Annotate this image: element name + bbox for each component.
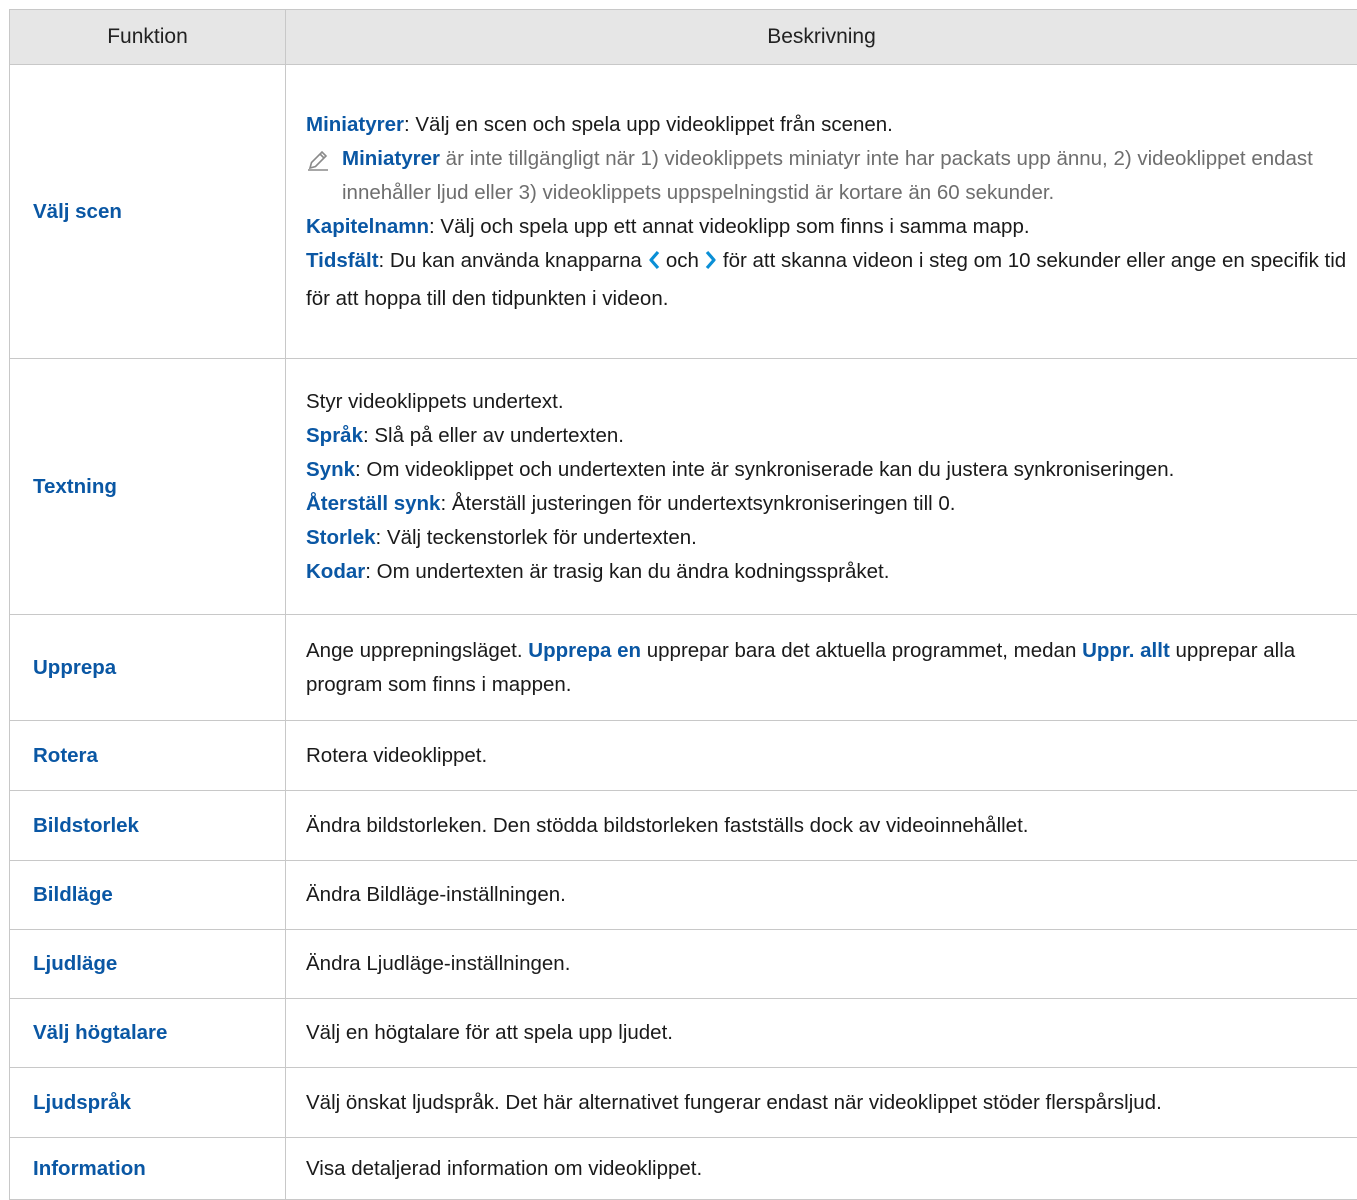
header-description: Beskrivning xyxy=(285,9,1357,65)
desc-text: Ange upprepningsläget. xyxy=(306,638,529,662)
desc-text: : Slå på eller av undertexten. xyxy=(362,423,624,447)
function-description: Ändra Bildläge-inställningen. xyxy=(285,860,1357,930)
function-description: Rotera videoklippet. xyxy=(285,720,1357,791)
desc-text: : Välj en scen och spela upp videoklippe… xyxy=(403,112,893,136)
keyword: Upprepa en xyxy=(528,638,642,662)
function-description: Ändra bildstorleken. Den stödda bildstor… xyxy=(285,790,1357,861)
chevron-right-icon xyxy=(703,248,719,282)
desc-text: : Du kan använda knapparna xyxy=(378,248,642,272)
function-name: Rotera xyxy=(9,720,286,791)
desc-text: upprepar bara det aktuella programmet, m… xyxy=(641,638,1083,662)
note-text: Miniatyrer är inte tillgängligt när 1) v… xyxy=(342,142,1349,210)
note: Miniatyrer är inte tillgängligt när 1) v… xyxy=(306,142,1349,210)
keyword: Kapitelnamn xyxy=(306,214,430,238)
function-name: Bildläge xyxy=(9,860,286,930)
desc-line: Kodar: Om undertexten är trasig kan du ä… xyxy=(306,555,1349,589)
desc-text: : Återställ justeringen för undertextsyn… xyxy=(440,491,956,515)
function-name: Bildstorlek xyxy=(9,790,286,861)
desc-line: Synk: Om videoklippet och undertexten in… xyxy=(306,453,1349,487)
function-description: Välj en högtalare för att spela upp ljud… xyxy=(285,998,1357,1068)
keyword: Miniatyrer xyxy=(342,146,440,170)
header-function: Funktion xyxy=(9,9,286,65)
chevron-left-icon xyxy=(646,248,662,282)
desc-line: Kapitelnamn: Välj och spela upp ett anna… xyxy=(306,210,1349,244)
table-row: Rotera Rotera videoklippet. xyxy=(9,720,1357,791)
table-row: Välj högtalare Välj en högtalare för att… xyxy=(9,998,1357,1068)
desc-text: : Om videoklippet och undertexten inte ä… xyxy=(355,457,1175,481)
keyword: Kodar xyxy=(306,559,366,583)
table-row: Välj scen Miniatyrer: Välj en scen och s… xyxy=(9,64,1357,359)
table-row: Upprepa Ange upprepningsläget. Upprepa e… xyxy=(9,614,1357,721)
table-row: Textning Styr videoklippets undertext. S… xyxy=(9,358,1357,615)
function-description: Visa detaljerad information om videoklip… xyxy=(285,1137,1357,1200)
function-name: Ljudspråk xyxy=(9,1067,286,1138)
desc-line: Tidsfält: Du kan använda knapparna och för… xyxy=(306,244,1349,316)
function-name: Information xyxy=(9,1137,286,1200)
function-name: Välj scen xyxy=(9,64,286,359)
desc-text: är inte tillgängligt när 1) videoklippet… xyxy=(342,146,1313,204)
table-row: Bildläge Ändra Bildläge-inställningen. xyxy=(9,860,1357,930)
table-row: Ljudspråk Välj önskat ljudspråk. Det här… xyxy=(9,1067,1357,1138)
desc-text: : Om undertexten är trasig kan du ändra … xyxy=(365,559,890,583)
table-row: Information Visa detaljerad information … xyxy=(9,1137,1357,1200)
table-row: Ljudläge Ändra Ljudläge-inställningen. xyxy=(9,929,1357,999)
desc-line: Språk: Slå på eller av undertexten. xyxy=(306,419,1349,453)
function-table: Funktion Beskrivning Välj scen Miniatyre… xyxy=(9,9,1357,1200)
desc-line: Återställ synk: Återställ justeringen fö… xyxy=(306,487,1349,521)
function-description: Miniatyrer: Välj en scen och spela upp v… xyxy=(285,64,1357,359)
function-description: Ange upprepningsläget. Upprepa en upprep… xyxy=(285,614,1357,721)
keyword: Miniatyrer xyxy=(306,112,404,136)
keyword: Återställ synk xyxy=(306,491,441,515)
desc-text: : Välj teckenstorlek för undertexten. xyxy=(375,525,697,549)
desc-text: : Välj och spela upp ett annat videoklip… xyxy=(429,214,1030,238)
keyword: Storlek xyxy=(306,525,376,549)
keyword: Tidsfält xyxy=(306,248,379,272)
table-row: Bildstorlek Ändra bildstorleken. Den stö… xyxy=(9,790,1357,861)
pencil-icon xyxy=(306,142,342,210)
function-name: Välj högtalare xyxy=(9,998,286,1068)
function-description: Styr videoklippets undertext. Språk: Slå… xyxy=(285,358,1357,615)
table-header-row: Funktion Beskrivning xyxy=(9,9,1357,65)
function-name: Upprepa xyxy=(9,614,286,721)
function-name: Ljudläge xyxy=(9,929,286,999)
desc-line: Storlek: Välj teckenstorlek för undertex… xyxy=(306,521,1349,555)
function-description: Välj önskat ljudspråk. Det här alternati… xyxy=(285,1067,1357,1138)
keyword: Synk xyxy=(306,457,355,481)
desc-line: Miniatyrer: Välj en scen och spela upp v… xyxy=(306,108,1349,142)
keyword: Språk xyxy=(306,423,363,447)
function-description: Ändra Ljudläge-inställningen. xyxy=(285,929,1357,999)
keyword: Uppr. allt xyxy=(1082,638,1170,662)
function-name: Textning xyxy=(9,358,286,615)
desc-line: Styr videoklippets undertext. xyxy=(306,389,564,413)
desc-text: och xyxy=(665,248,699,272)
